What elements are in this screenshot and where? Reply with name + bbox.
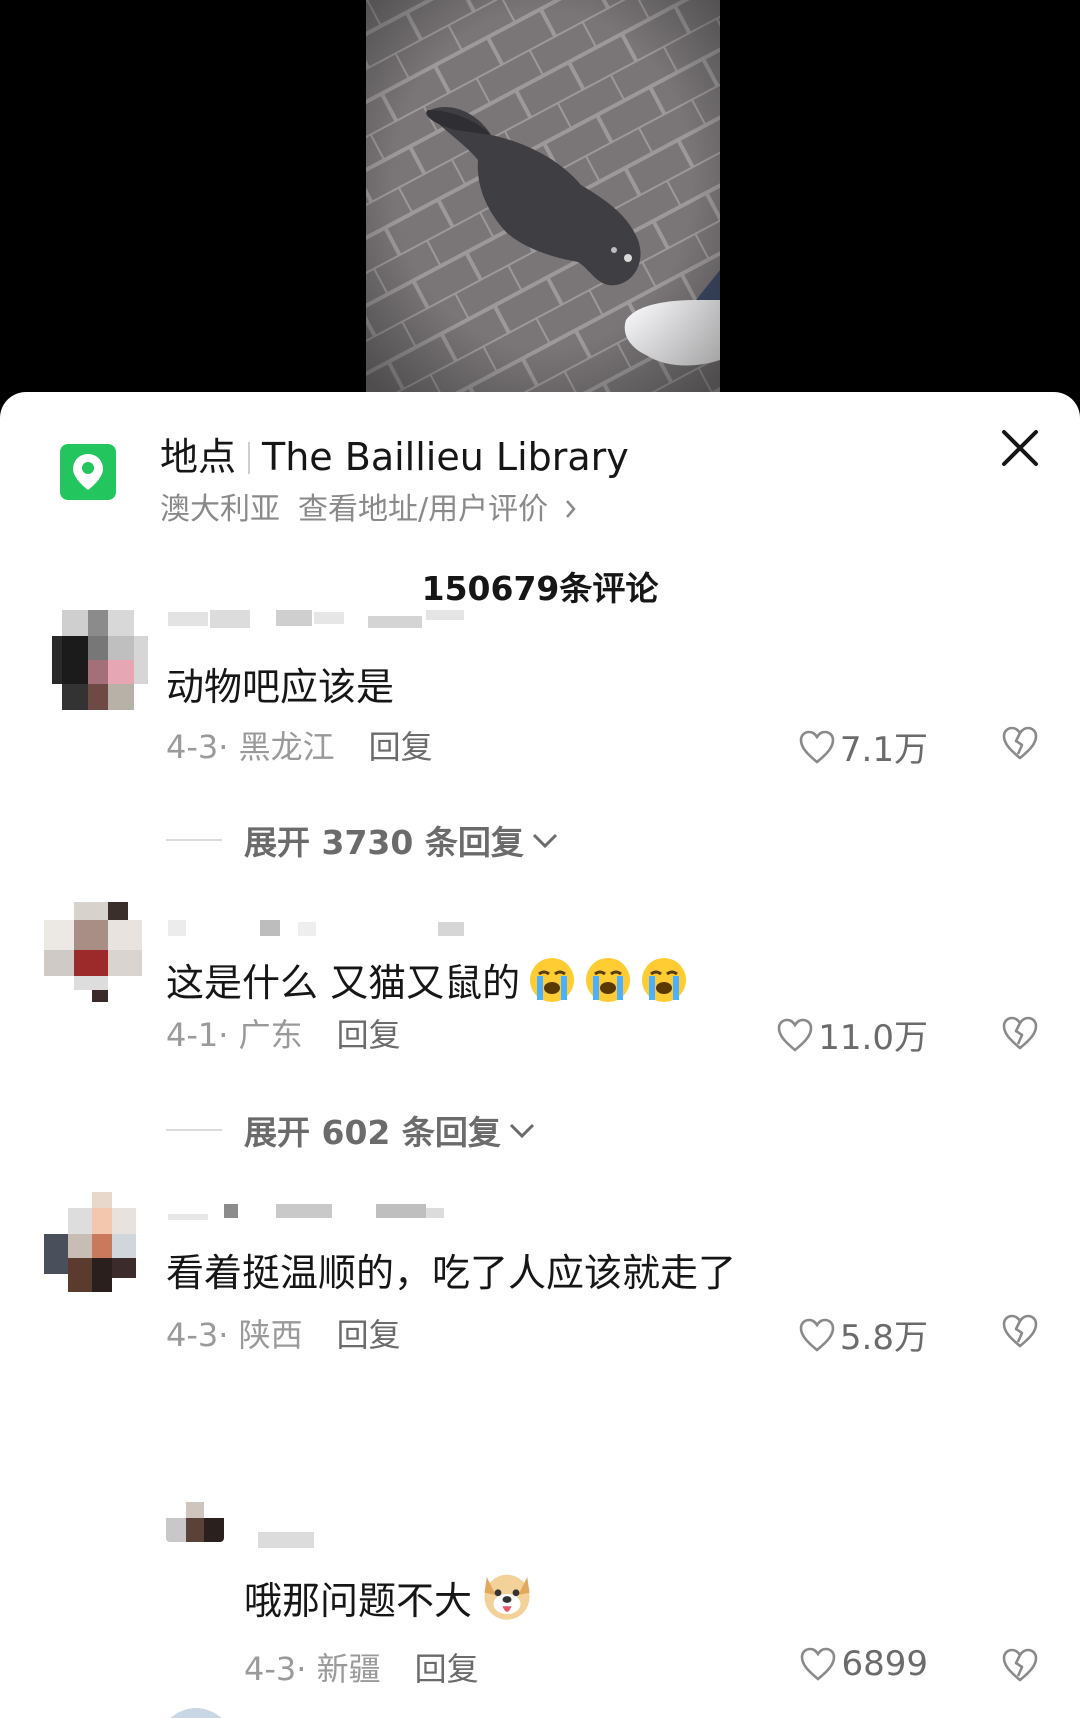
heart-icon xyxy=(799,1318,835,1352)
like-button[interactable]: 5.8万 xyxy=(798,1310,928,1359)
reply-button[interactable]: 回复 xyxy=(337,1316,401,1354)
avatar-image xyxy=(44,610,148,710)
like-count: 6899 xyxy=(841,1644,928,1684)
location-title[interactable]: 地点 The Baillieu Library xyxy=(160,426,629,481)
comment-text: 动物吧应该是 xyxy=(166,665,395,709)
location-name: The Baillieu Library xyxy=(262,435,629,479)
close-button[interactable] xyxy=(998,426,1042,470)
expand-divider xyxy=(166,839,222,841)
expand-replies-label: 展开 602 条回复 xyxy=(244,1113,501,1152)
location-details-link[interactable]: 查看地址/用户评价 xyxy=(298,492,548,527)
comment-meta: 4-1· 广东 回复 xyxy=(166,1010,401,1056)
reply-button[interactable]: 回复 xyxy=(369,728,433,766)
next-avatar-peek xyxy=(170,1708,222,1718)
comment-meta: 4-3· 陕西 回复 xyxy=(166,1310,401,1356)
dislike-button[interactable] xyxy=(1000,1312,1040,1352)
comment-text: 这是什么 又猫又鼠的 xyxy=(166,952,688,1007)
comment-date-location: 4-3· 黑龙江 xyxy=(166,728,335,766)
heart-icon xyxy=(799,730,835,764)
avatar[interactable] xyxy=(166,1502,224,1542)
crying-face-emoji-icon xyxy=(642,958,687,1002)
avatar-image xyxy=(44,902,148,1002)
title-divider xyxy=(248,442,251,474)
reply-meta: 4-3· 新疆 回复 xyxy=(244,1644,479,1690)
reply-button[interactable]: 回复 xyxy=(337,1016,401,1054)
crying-face-emoji-icon xyxy=(530,958,575,1002)
like-button[interactable]: 7.1万 xyxy=(798,722,928,771)
expand-divider xyxy=(166,1129,222,1131)
chevron-right-icon xyxy=(565,500,576,518)
avatar[interactable] xyxy=(44,610,148,710)
broken-heart-icon xyxy=(1002,726,1038,760)
reply-text: 哦那问题不大 xyxy=(244,1568,534,1625)
comments-panel: 地点 The Baillieu Library 澳大利亚 查看地址/用户评价 150… xyxy=(0,392,1080,1718)
comment-date-location: 4-1· 广东 xyxy=(166,1016,303,1054)
expand-replies-label: 展开 3730 条回复 xyxy=(244,823,524,862)
reply-button[interactable]: 回复 xyxy=(415,1650,479,1688)
dislike-button[interactable] xyxy=(1000,1014,1040,1054)
comment-text-content: 这是什么 又猫又鼠的 xyxy=(166,961,521,1005)
like-count: 7.1万 xyxy=(839,730,928,770)
close-icon xyxy=(1002,430,1038,466)
location-subtitle[interactable]: 澳大利亚 查看地址/用户评价 xyxy=(160,484,578,528)
avatar[interactable] xyxy=(44,902,148,1002)
video-player[interactable] xyxy=(0,0,1080,400)
crying-face-emoji-icon xyxy=(586,958,631,1002)
comment-count: 150679条评论 xyxy=(421,569,659,608)
video-frame[interactable] xyxy=(366,0,720,400)
broken-heart-icon xyxy=(1002,1314,1038,1348)
username-blurred[interactable] xyxy=(168,610,464,630)
avatar-image xyxy=(44,1192,148,1292)
broken-heart-icon xyxy=(1002,1016,1038,1050)
chevron-down-icon xyxy=(509,1123,534,1139)
heart-icon xyxy=(801,1647,836,1681)
map-pin-icon xyxy=(73,454,103,490)
comment-text: 看着挺温顺的，吃了人应该就走了 xyxy=(166,1251,737,1295)
username-blurred[interactable] xyxy=(168,918,464,938)
dog-face-tongue-emoji-icon xyxy=(484,1574,530,1620)
location-country: 澳大利亚 xyxy=(160,492,280,527)
username-blurred[interactable] xyxy=(168,1202,464,1222)
location-label: 地点 xyxy=(160,435,237,479)
reply-date-location: 4-3· 新疆 xyxy=(244,1650,381,1688)
broken-heart-icon xyxy=(1002,1648,1038,1682)
reply-text-content: 哦那问题不大 xyxy=(244,1579,473,1623)
avatar[interactable] xyxy=(44,1192,148,1292)
like-count: 5.8万 xyxy=(839,1318,928,1358)
username-blurred[interactable] xyxy=(258,1530,318,1550)
like-button[interactable]: 6899 xyxy=(799,1644,928,1684)
chevron-down-icon xyxy=(532,833,557,849)
expand-replies-button[interactable]: 展开 3730 条回复 xyxy=(166,816,560,864)
location-pin-badge[interactable] xyxy=(60,444,116,500)
video-still-image xyxy=(366,0,720,400)
comment-date-location: 4-3· 陕西 xyxy=(166,1316,303,1354)
like-count: 11.0万 xyxy=(818,1018,928,1058)
comment-meta: 4-3· 黑龙江 回复 xyxy=(166,722,433,768)
avatar-image xyxy=(166,1502,224,1542)
expand-replies-button[interactable]: 展开 602 条回复 xyxy=(166,1106,537,1154)
like-button[interactable]: 11.0万 xyxy=(776,1010,928,1059)
dislike-button[interactable] xyxy=(1000,724,1040,764)
dislike-button[interactable] xyxy=(1000,1646,1040,1686)
heart-icon xyxy=(777,1018,813,1052)
